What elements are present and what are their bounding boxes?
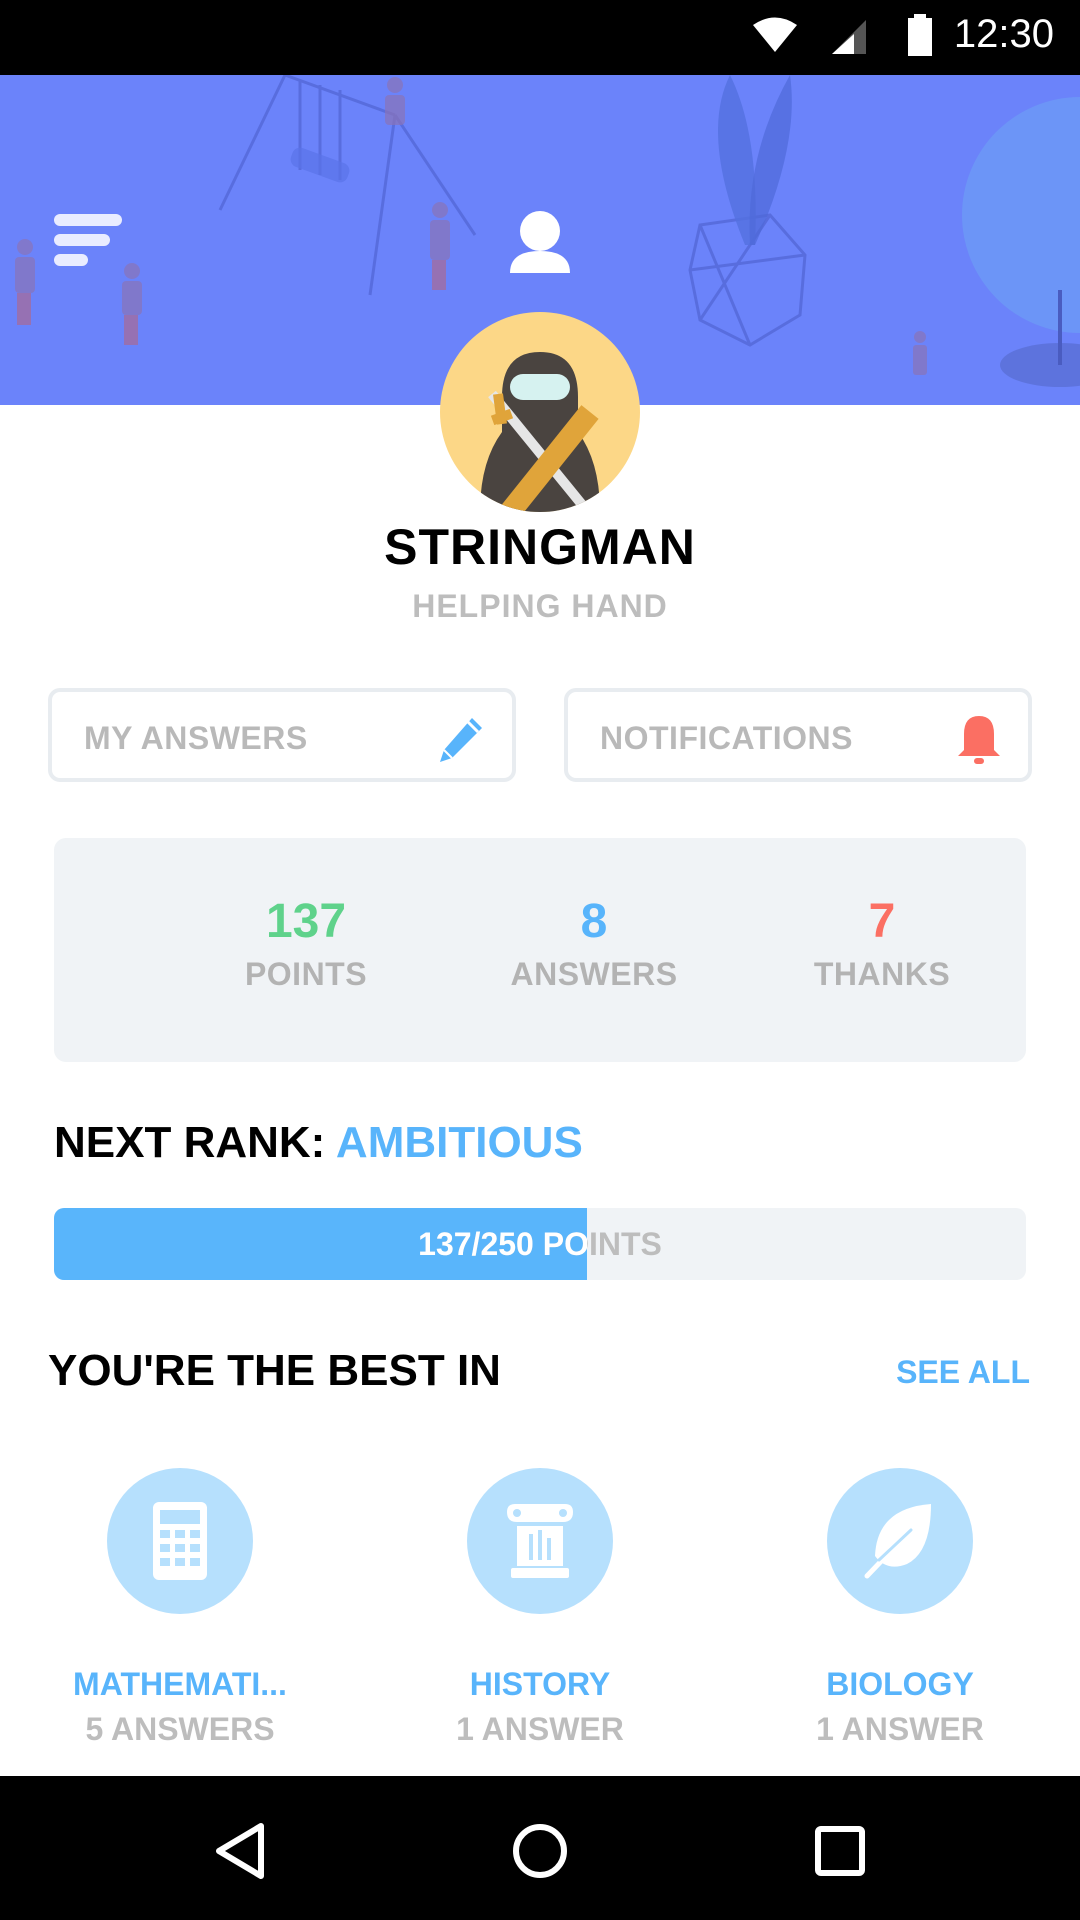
back-icon[interactable] xyxy=(205,1816,275,1886)
menu-button[interactable] xyxy=(48,210,128,280)
see-all-link[interactable]: SEE ALL xyxy=(896,1354,1030,1391)
subject-math-badge xyxy=(107,1468,253,1614)
notifications-label: NOTIFICATIONS xyxy=(600,720,853,756)
next-rank-name: AMBITIOUS xyxy=(335,1118,583,1167)
user-rank: HELPING HAND xyxy=(412,588,668,624)
subject-count: 1 ANSWER xyxy=(816,1711,984,1747)
points-value: 137 xyxy=(265,895,347,948)
subject-name: BIOLOGY xyxy=(826,1666,974,1702)
user-icon[interactable] xyxy=(505,207,575,279)
best-in-title: YOU'RE THE BEST IN xyxy=(48,1346,501,1395)
signal-icon xyxy=(832,20,866,54)
subject-count: 5 ANSWERS xyxy=(85,1711,275,1747)
thanks-label: THANKS xyxy=(813,956,951,992)
stat-thanks: 7 THANKS xyxy=(762,894,1002,993)
wifi-icon xyxy=(753,17,797,52)
answers-value: 8 xyxy=(580,895,608,948)
stat-points: 137 POINTS xyxy=(186,894,426,993)
rank-progress-bar: 137/250 POINTS 137/250 POINTS xyxy=(54,1208,1026,1280)
stats-panel: 137 POINTS 8 ANSWERS 7 THANKS xyxy=(54,838,1026,1062)
subject-history[interactable]: HISTORY 1 ANSWER xyxy=(390,1468,690,1748)
leaf-icon xyxy=(864,1504,931,1579)
status-bar: 12:30 xyxy=(0,0,1080,75)
progress-text-overlay: 137/250 POINTS xyxy=(54,1208,587,1280)
points-label: POINTS xyxy=(244,956,368,992)
next-rank-prefix: NEXT RANK: xyxy=(54,1118,326,1167)
subject-mathematics[interactable]: MATHEMATI... 5 ANSWERS xyxy=(30,1468,330,1748)
next-rank-heading: NEXT RANK: AMBITIOUS xyxy=(54,1118,583,1168)
pencil-icon xyxy=(440,718,482,762)
stat-answers: 8 ANSWERS xyxy=(474,894,714,993)
notifications-button[interactable]: NOTIFICATIONS xyxy=(564,688,1032,782)
recent-apps-icon[interactable] xyxy=(805,1816,875,1886)
subject-biology-badge xyxy=(827,1468,973,1614)
battery-icon xyxy=(908,14,932,56)
home-icon[interactable] xyxy=(505,1816,575,1886)
subject-biology[interactable]: BIOLOGY 1 ANSWER xyxy=(750,1468,1050,1748)
menu-icon xyxy=(54,214,122,226)
subject-history-badge xyxy=(467,1468,613,1614)
subject-name: MATHEMATI... xyxy=(73,1666,287,1702)
subject-name: HISTORY xyxy=(469,1666,611,1702)
answers-label: ANSWERS xyxy=(510,956,678,992)
avatar xyxy=(440,312,640,512)
my-answers-button[interactable]: MY ANSWERS xyxy=(48,688,516,782)
subject-count: 1 ANSWER xyxy=(456,1711,624,1747)
column-icon xyxy=(507,1504,573,1578)
thanks-value: 7 xyxy=(868,895,896,948)
my-answers-label: MY ANSWERS xyxy=(84,720,308,756)
progress-text-highlight: 137/250 POINTS xyxy=(418,1226,587,1262)
clock: 12:30 xyxy=(953,12,1054,56)
username: STRINGMAN xyxy=(384,519,696,575)
bell-icon xyxy=(958,716,1000,764)
calculator-icon xyxy=(153,1502,207,1580)
ninja-avatar-icon xyxy=(480,352,600,512)
system-nav-bar xyxy=(0,1776,1080,1920)
